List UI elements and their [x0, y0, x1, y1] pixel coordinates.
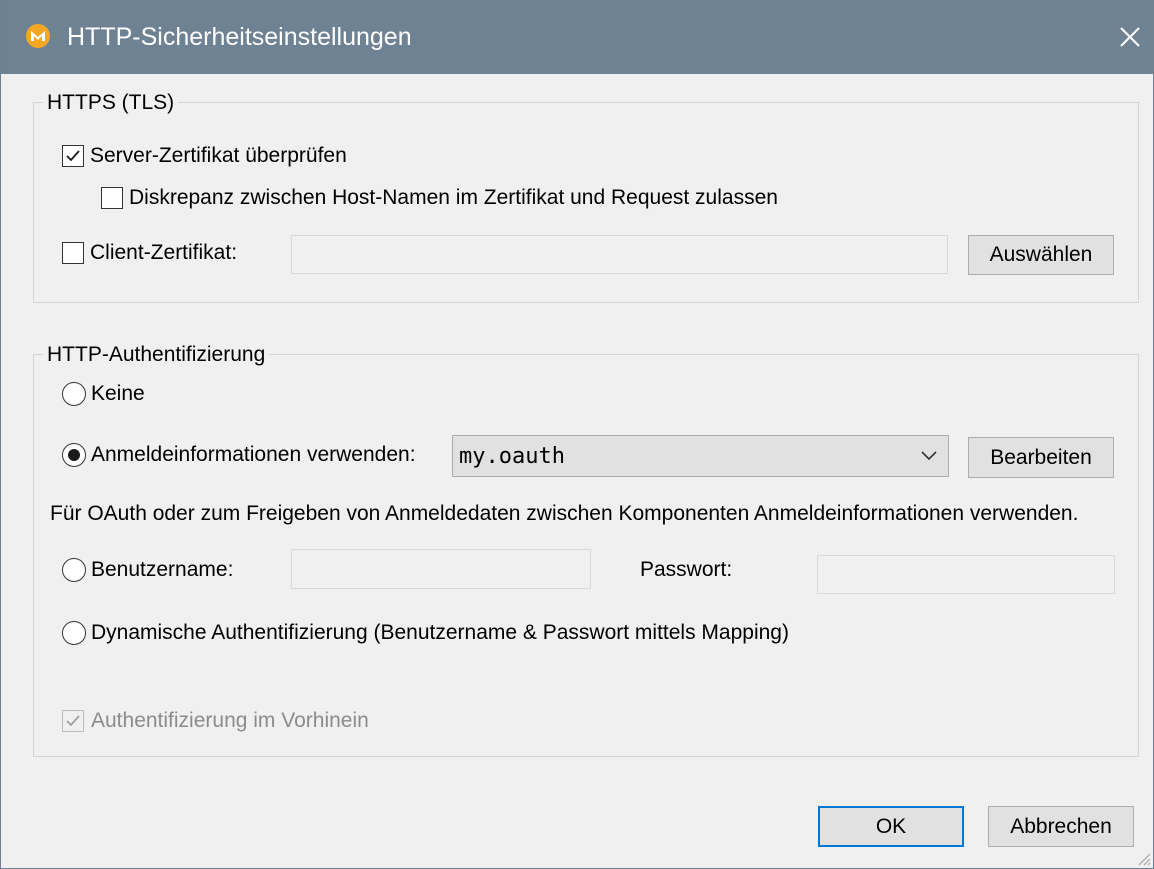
allow-host-mismatch-checkbox[interactable]	[101, 187, 123, 209]
client-cert-field[interactable]	[291, 235, 948, 274]
auth-use-credentials-label[interactable]: Anmeldeinformationen verwenden:	[91, 442, 416, 468]
auth-group-label: HTTP-Authentifizierung	[43, 343, 270, 367]
ok-button[interactable]: OK	[818, 806, 964, 847]
checkmark-icon	[66, 715, 80, 727]
allow-host-mismatch-label[interactable]: Diskrepanz zwischen Host-Namen im Zertif…	[129, 185, 778, 211]
verify-server-cert-checkbox[interactable]	[62, 145, 84, 167]
client-cert-checkbox[interactable]	[62, 242, 84, 264]
choose-cert-button[interactable]: Auswählen	[968, 235, 1114, 275]
auth-use-credentials-radio[interactable]	[62, 443, 86, 467]
close-icon	[1120, 27, 1140, 47]
checkmark-icon	[66, 150, 80, 162]
auth-none-radio[interactable]	[62, 382, 86, 406]
close-button[interactable]	[1109, 14, 1151, 58]
preemptive-auth-label[interactable]: Authentifizierung im Vorhinein	[91, 708, 369, 734]
credentials-dropdown[interactable]: my.oauth	[452, 435, 949, 477]
preemptive-auth-checkbox[interactable]	[62, 710, 84, 732]
verify-server-cert-label[interactable]: Server-Zertifikat überprüfen	[90, 143, 347, 169]
password-label: Passwort:	[640, 558, 733, 581]
client-cert-label[interactable]: Client-Zertifikat:	[90, 240, 237, 266]
auth-none-label[interactable]: Keine	[91, 381, 145, 407]
radio-selected-dot	[68, 449, 80, 461]
chevron-down-icon	[921, 451, 937, 461]
credentials-dropdown-value: my.oauth	[459, 444, 565, 469]
auth-dynamic-label[interactable]: Dynamische Authentifizierung (Benutzerna…	[91, 620, 789, 646]
auth-username-radio[interactable]	[62, 558, 86, 582]
title-bar[interactable]: HTTP-Sicherheitseinstellungen	[1, 0, 1154, 74]
https-group-label: HTTPS (TLS)	[43, 91, 179, 115]
resize-grip-icon[interactable]	[1135, 850, 1151, 866]
auth-dynamic-radio[interactable]	[62, 621, 86, 645]
cancel-button[interactable]: Abbrechen	[988, 806, 1134, 847]
mapforce-logo-icon	[26, 24, 50, 48]
username-label[interactable]: Benutzername:	[91, 557, 233, 583]
dialog-window: HTTP-Sicherheitseinstellungen HTTPS (TLS…	[0, 0, 1154, 869]
password-field[interactable]	[817, 555, 1115, 594]
window-title: HTTP-Sicherheitseinstellungen	[67, 23, 412, 51]
credentials-hint-text: Für OAuth oder zum Freigeben von Anmelde…	[50, 502, 1079, 525]
edit-credentials-button[interactable]: Bearbeiten	[968, 437, 1114, 478]
username-field[interactable]	[291, 549, 591, 589]
